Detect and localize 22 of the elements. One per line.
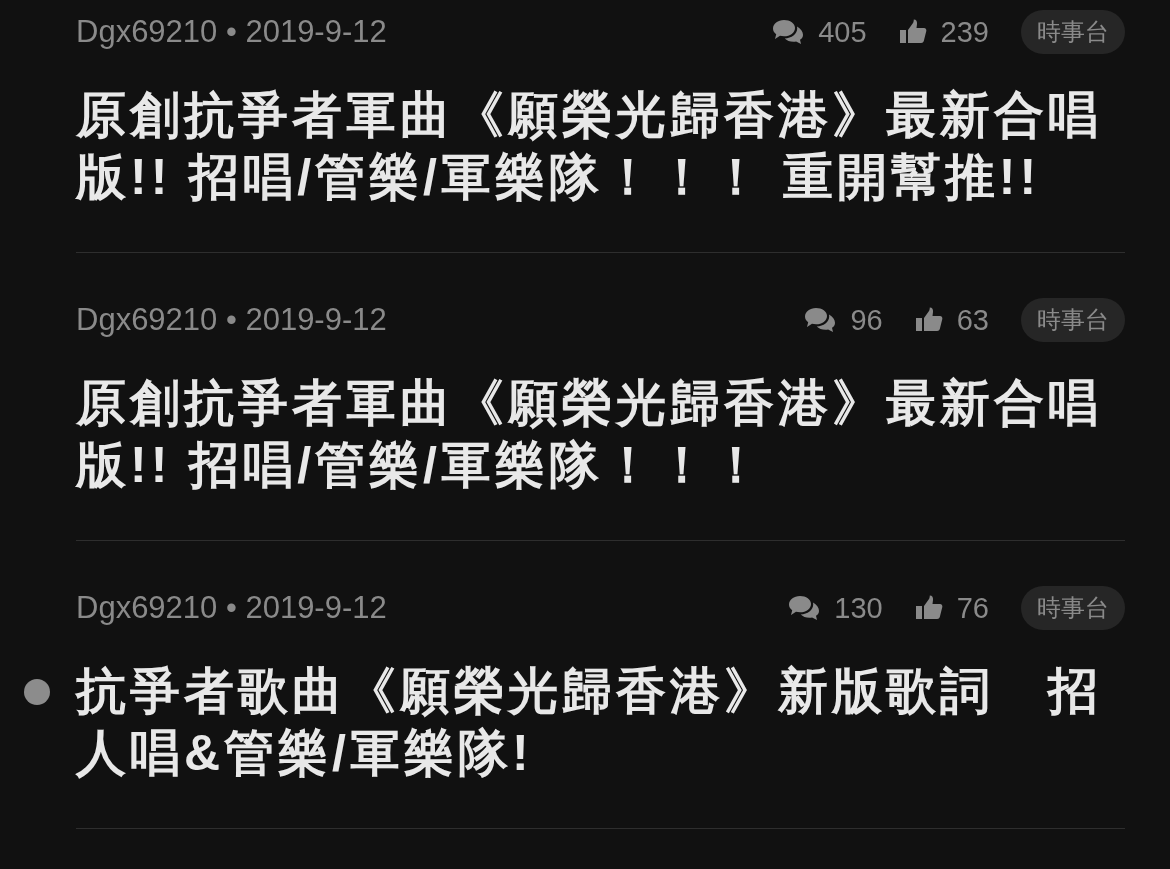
author-date: Dgx69210 • 2019-9-12	[76, 590, 387, 626]
thumbs-up-icon	[898, 19, 927, 45]
thread-title[interactable]: 原創抗爭者軍曲《願榮光歸香港》最新合唱版!! 招唱/管樂/軍樂隊！！！	[76, 372, 1125, 496]
unread-dot	[24, 679, 50, 705]
category-tag[interactable]: 時事台	[1021, 10, 1125, 54]
comment-count: 130	[834, 591, 883, 625]
thumbs-up-icon	[914, 595, 943, 621]
comments-icon	[772, 19, 805, 45]
category-tag[interactable]: 時事台	[1021, 298, 1125, 342]
thumbs-up-icon	[914, 307, 943, 333]
author-date: Dgx69210 • 2019-9-12	[76, 14, 387, 50]
comment-count: 96	[850, 303, 883, 337]
like-count: 239	[940, 15, 989, 49]
thread-title[interactable]: 抗爭者歌曲《願榮光歸香港》新版歌詞 招人唱&管樂/軍樂隊!	[76, 660, 1125, 784]
author-date: Dgx69210 • 2019-9-12	[76, 302, 387, 338]
thread-title[interactable]: 原創抗爭者軍曲《願榮光歸香港》最新合唱版!! 招唱/管樂/軍樂隊！！！ 重開幫推!!	[76, 84, 1125, 208]
comment-count: 405	[818, 15, 867, 49]
like-count: 76	[956, 591, 989, 625]
like-count: 63	[956, 303, 989, 337]
comments-icon	[788, 595, 821, 621]
comments-icon	[804, 307, 837, 333]
category-tag[interactable]: 時事台	[1021, 586, 1125, 630]
